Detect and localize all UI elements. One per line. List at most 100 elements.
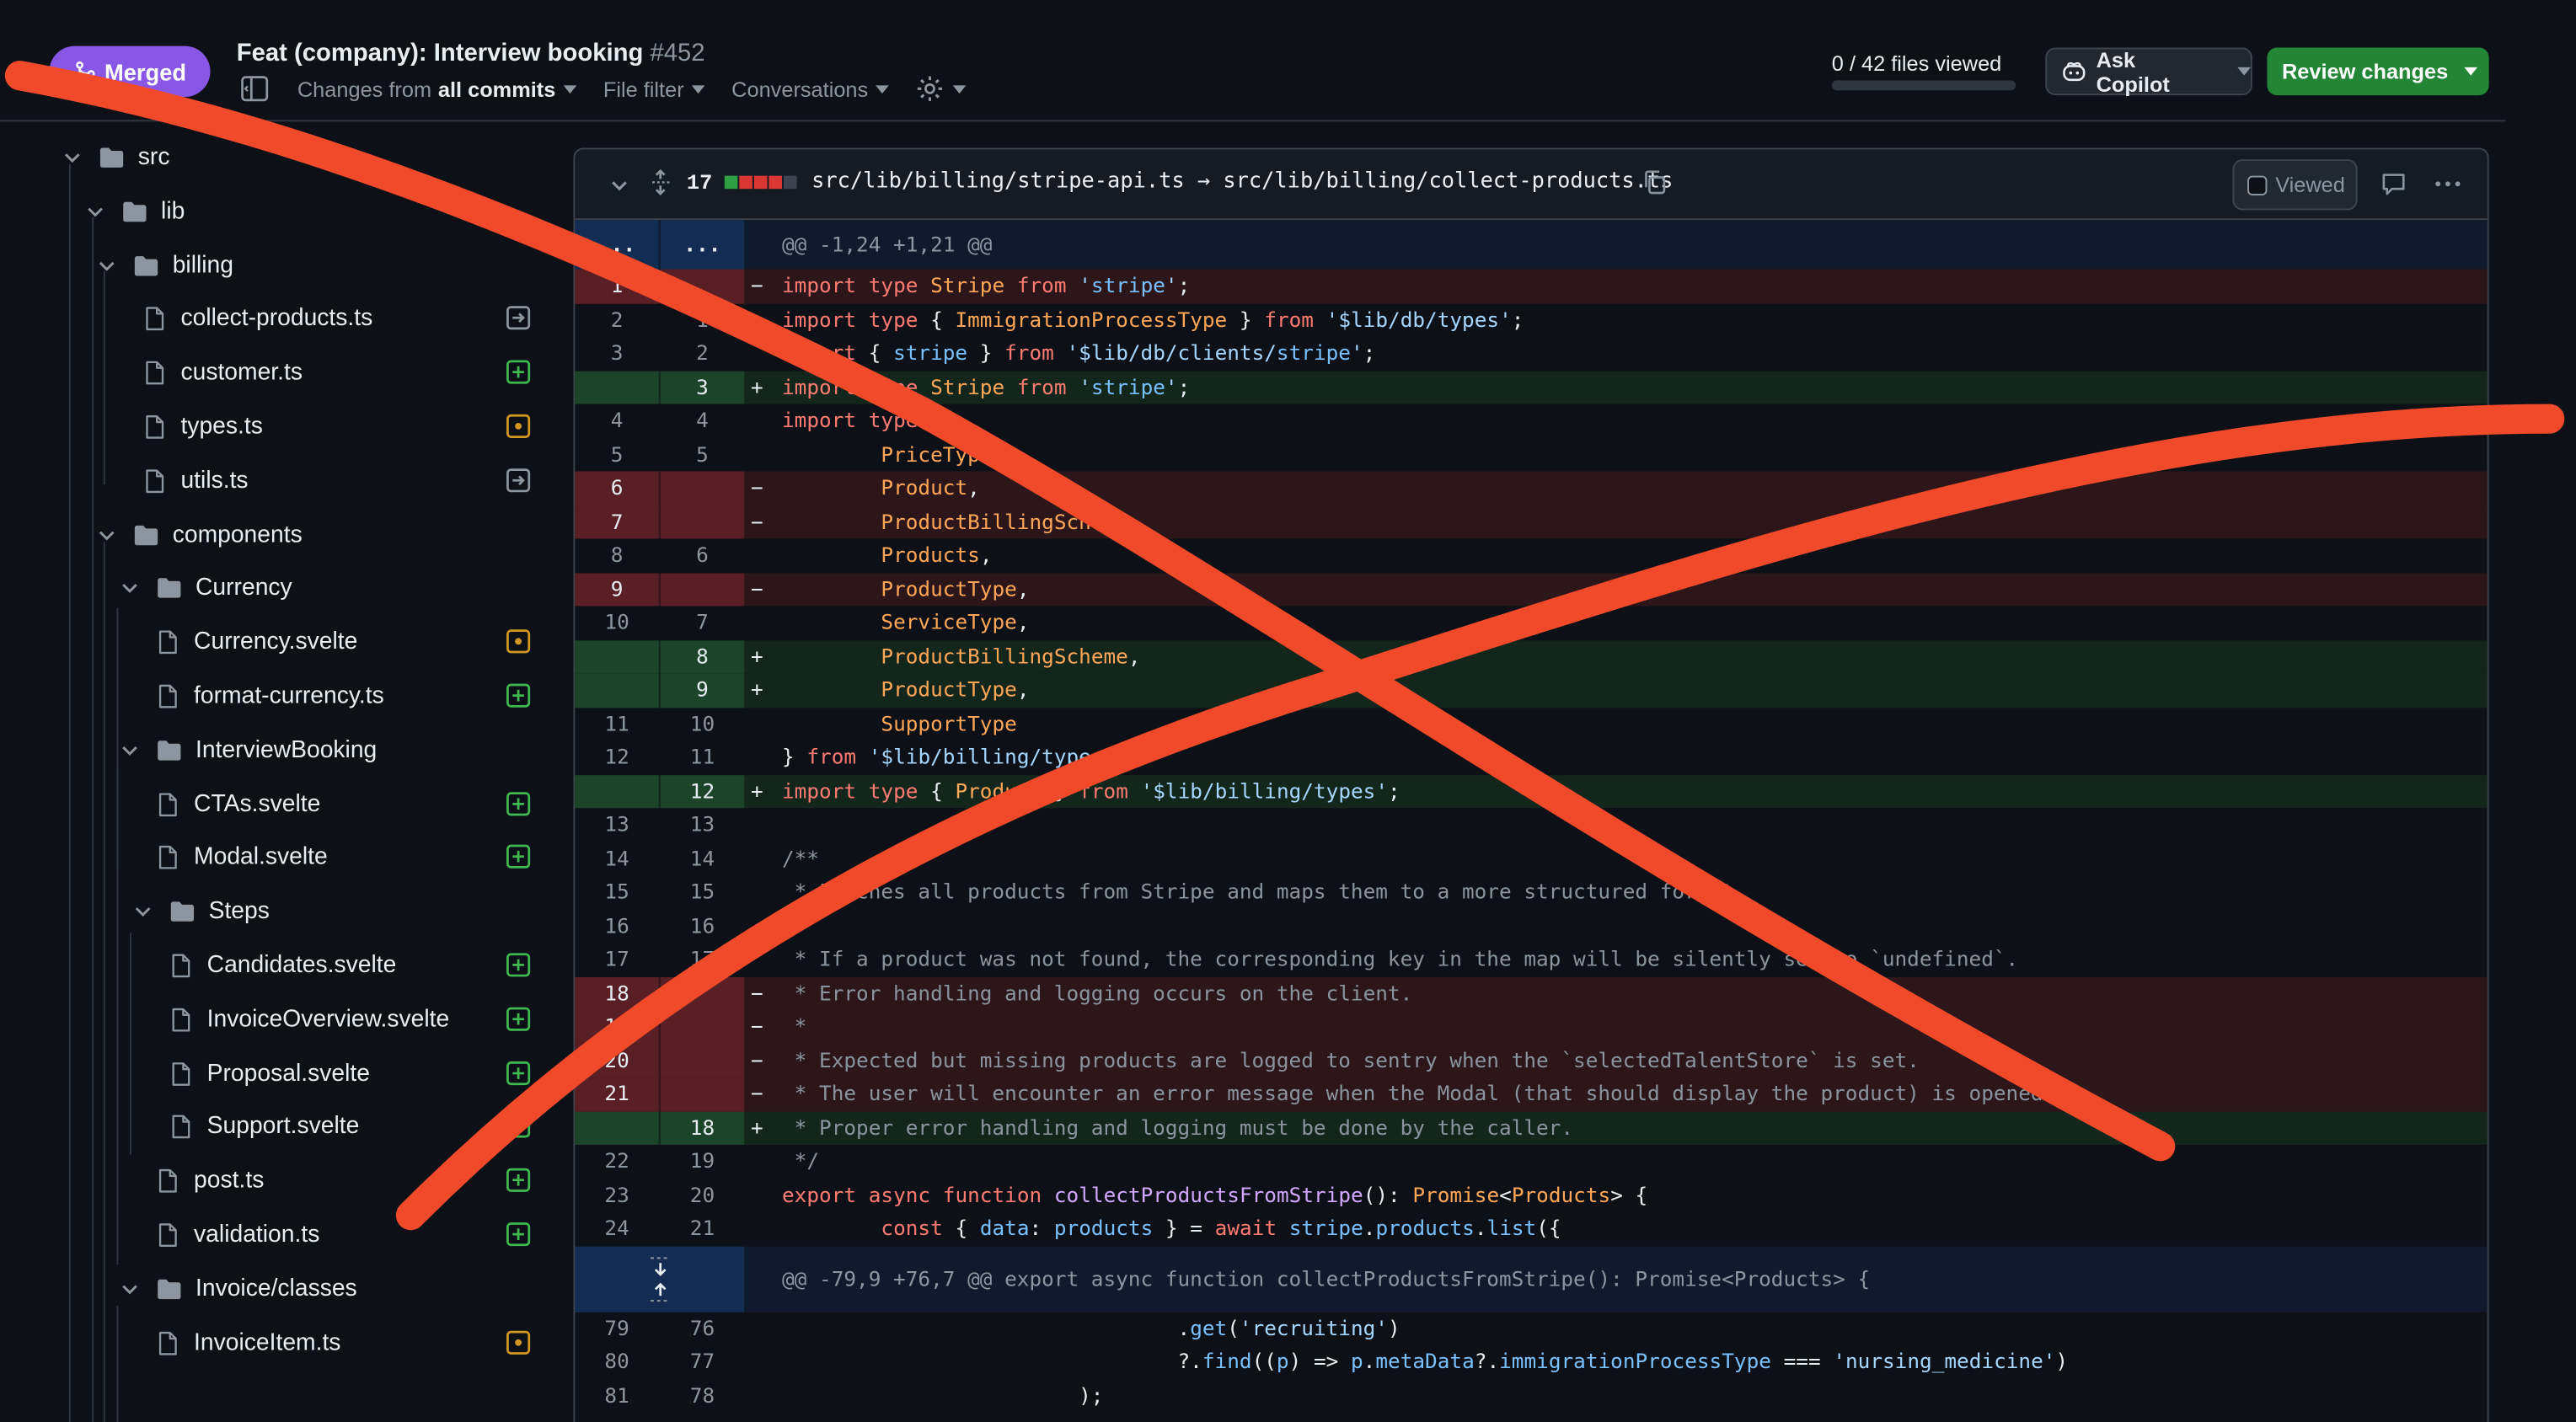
new-line-number[interactable]: 3 (660, 370, 745, 404)
tree-file[interactable]: InvoiceItem.ts (43, 1317, 552, 1369)
diff-line[interactable]: 9 + ProductType, (575, 673, 2488, 708)
old-line-number[interactable] (575, 774, 659, 809)
viewed-checkbox[interactable] (2247, 174, 2268, 195)
tree-file[interactable]: collect-products.ts (43, 293, 552, 345)
diff-line[interactable]: 16 16 (575, 909, 2487, 943)
review-changes-dropdown[interactable] (2453, 48, 2489, 96)
tree-file[interactable]: validation.ts (43, 1209, 552, 1261)
diff-line[interactable]: 15 15 * Fetches all products from Stripe … (575, 875, 2487, 909)
new-line-number[interactable]: 16 (661, 909, 744, 943)
new-line-number[interactable]: 10 (661, 707, 744, 740)
review-changes-button[interactable]: Review changes (2267, 47, 2489, 96)
diff-line[interactable]: 4 4 import type { (575, 404, 2487, 438)
old-line-number[interactable] (575, 1245, 745, 1312)
diff-line[interactable]: 1 − import type Stripe from 'stripe'; (575, 269, 2488, 303)
tree-file[interactable]: customer.ts (43, 347, 552, 399)
viewed-checkbox-button[interactable]: Viewed (2232, 159, 2358, 211)
comment-icon[interactable] (2381, 171, 2407, 197)
new-line-number[interactable]: 13 (661, 808, 744, 842)
old-line-number[interactable]: 6 (575, 471, 659, 505)
old-line-number[interactable]: 19 (575, 1010, 659, 1044)
diff-line[interactable]: 3 2 import { stripe } from '$lib/db/client… (575, 337, 2487, 371)
hunk-header-row[interactable]: @@ -79,9 +76,7 @@ export async function … (575, 1245, 2488, 1312)
diff-line[interactable]: 12 11} from '$lib/billing/types'; (575, 740, 2487, 774)
tree-folder[interactable]: lib (43, 185, 552, 238)
new-line-number[interactable] (660, 1043, 745, 1077)
tree-file[interactable]: CTAs.svelte (43, 778, 552, 830)
diff-line[interactable]: 79 76 .get('recruiting') (575, 1312, 2487, 1345)
tree-file[interactable]: Currency.svelte (43, 616, 552, 668)
diff-line[interactable]: 17 17 * If a product was not found, the c… (575, 943, 2487, 976)
diff-line[interactable]: 21 − * The user will encounter an error m… (575, 1077, 2488, 1111)
expand-up-button[interactable]: ... (575, 220, 659, 270)
old-line-number[interactable]: 14 (575, 842, 658, 875)
old-line-number[interactable]: 17 (575, 943, 658, 976)
new-line-number[interactable]: 76 (661, 1312, 744, 1345)
new-line-number[interactable]: 18 (660, 1110, 745, 1145)
old-line-number[interactable]: 16 (575, 909, 658, 943)
new-line-number[interactable] (660, 1077, 745, 1111)
diff-line[interactable]: 81 78 ); (575, 1379, 2487, 1413)
old-line-number[interactable] (575, 370, 659, 404)
new-line-number[interactable] (660, 572, 745, 607)
old-line-number[interactable]: 20 (575, 1043, 659, 1077)
new-line-number[interactable]: 20 (661, 1179, 744, 1212)
conversations-dropdown[interactable]: Conversations (731, 77, 890, 101)
old-line-number[interactable]: 2 (575, 303, 658, 337)
diff-line[interactable]: 20 − * Expected but missing products are … (575, 1043, 2488, 1077)
diff-line[interactable]: 24 21 const { data: products } = await st… (575, 1212, 2487, 1246)
old-line-number[interactable]: 4 (575, 404, 658, 438)
old-line-number[interactable]: 21 (575, 1077, 659, 1111)
diff-line[interactable]: 10 7 ServiceType, (575, 606, 2487, 639)
new-line-number[interactable]: 78 (661, 1379, 744, 1413)
new-line-number[interactable] (660, 471, 745, 505)
new-line-number[interactable] (660, 1010, 745, 1044)
new-line-number[interactable]: 6 (661, 538, 744, 572)
tree-file[interactable]: utils.ts (43, 455, 552, 507)
new-line-number[interactable]: 14 (661, 842, 744, 875)
kebab-menu-icon[interactable] (2433, 171, 2462, 197)
diff-line[interactable]: 13 13 (575, 808, 2487, 842)
old-line-number[interactable]: 80 (575, 1345, 658, 1379)
old-line-number[interactable]: 11 (575, 707, 658, 740)
old-line-number[interactable]: 23 (575, 1179, 658, 1212)
old-line-number[interactable]: 7 (575, 505, 659, 539)
old-line-number[interactable]: 81 (575, 1379, 658, 1413)
diff-line[interactable]: 12 + import type { Product } from '$lib/bi… (575, 774, 2488, 809)
tree-file[interactable]: post.ts (43, 1155, 552, 1207)
changes-from-dropdown[interactable]: Changes from all commits (297, 77, 577, 101)
new-line-number[interactable]: 1 (661, 303, 744, 337)
old-line-number[interactable]: 22 (575, 1145, 658, 1179)
expand-all-icon[interactable] (647, 168, 673, 195)
hunk-header-row[interactable]: ...... @@ -1,24 +1,21 @@ (575, 220, 2488, 270)
old-line-number[interactable]: 79 (575, 1312, 658, 1345)
file-filter-dropdown[interactable]: File filter (603, 77, 705, 101)
old-line-number[interactable] (575, 1110, 659, 1145)
diff-line[interactable]: 6 − Product, (575, 471, 2488, 505)
chevron-down-icon[interactable] (85, 201, 104, 221)
diff-line[interactable]: 86 Products, (575, 538, 2487, 572)
diff-line[interactable]: 18 − * Error handling and logging occurs … (575, 976, 2488, 1011)
tree-file[interactable]: Support.svelte (43, 1101, 552, 1153)
new-line-number[interactable]: 2 (661, 337, 744, 371)
chevron-down-icon[interactable] (62, 147, 82, 167)
new-line-number[interactable]: 15 (661, 875, 744, 909)
chevron-down-icon[interactable] (97, 525, 116, 544)
tree-folder[interactable]: billing (43, 239, 552, 291)
diff-line[interactable]: 2 1 import type { ImmigrationProcessType }… (575, 303, 2487, 337)
tree-file[interactable]: format-currency.ts (43, 670, 552, 722)
chevron-down-icon[interactable] (120, 579, 139, 598)
diff-line[interactable]: 55 PriceType, (575, 438, 2487, 472)
new-line-number[interactable]: 21 (661, 1212, 744, 1246)
ask-copilot-button[interactable]: Ask Copilot (2045, 47, 2252, 96)
tree-file[interactable]: Modal.svelte (43, 831, 552, 884)
diff-line[interactable]: 11 10 SupportType (575, 707, 2487, 740)
diff-line[interactable]: 18 + * Proper error handling and logging … (575, 1110, 2488, 1145)
new-line-number[interactable]: 11 (661, 740, 744, 774)
tree-file[interactable]: types.ts (43, 401, 552, 453)
tree-folder[interactable]: components (43, 509, 552, 561)
diff-file-path[interactable]: src/lib/billing/stripe-api.ts → src/lib/… (811, 169, 1673, 194)
old-line-number[interactable]: 13 (575, 808, 658, 842)
old-line-number[interactable]: 1 (575, 269, 659, 303)
diff-line[interactable]: 80 77 ?.find((p) => p.metaData?.immigrati… (575, 1345, 2487, 1379)
